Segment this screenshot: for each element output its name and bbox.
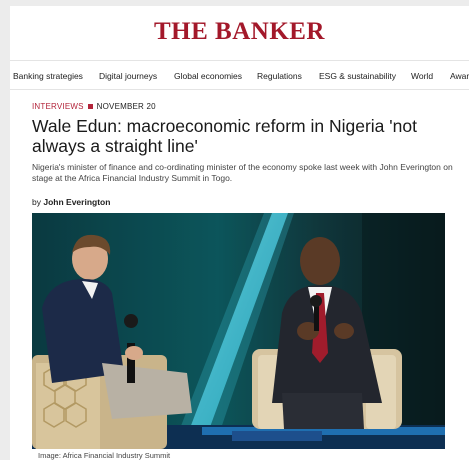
- nav-item-world[interactable]: World: [411, 71, 433, 81]
- kicker-square-icon: [87, 103, 93, 109]
- article-headline: Wale Edun: macroeconomic reform in Niger…: [32, 116, 417, 156]
- section-link[interactable]: INTERVIEWS: [32, 102, 84, 111]
- author-link[interactable]: John Everington: [43, 197, 110, 207]
- byline: by John Everington: [32, 197, 110, 207]
- nav-item-awards[interactable]: Awar: [450, 71, 469, 81]
- publish-date: NOVEMBER 20: [96, 102, 156, 111]
- nav-item-esg-sustainability[interactable]: ESG & sustainability: [319, 71, 396, 81]
- article-photo: [32, 213, 445, 449]
- article-standfirst: Nigeria's minister of finance and co-ord…: [32, 162, 453, 183]
- article-kicker: INTERVIEWS NOVEMBER 20: [32, 102, 156, 111]
- site-logo[interactable]: THE BANKER: [10, 18, 469, 46]
- image-caption: Image: Africa Financial Industry Summit: [38, 451, 171, 460]
- byline-prefix: by: [32, 197, 41, 207]
- nav-item-global-economies[interactable]: Global economies: [174, 71, 242, 81]
- nav-item-regulations[interactable]: Regulations: [257, 71, 302, 81]
- nav-item-banking-strategies[interactable]: Banking strategies: [13, 71, 83, 81]
- article-page: THE BANKER Banking strategies Digital jo…: [10, 6, 469, 460]
- main-nav: Banking strategies Digital journeys Glob…: [10, 60, 469, 90]
- nav-item-digital-journeys[interactable]: Digital journeys: [99, 71, 157, 81]
